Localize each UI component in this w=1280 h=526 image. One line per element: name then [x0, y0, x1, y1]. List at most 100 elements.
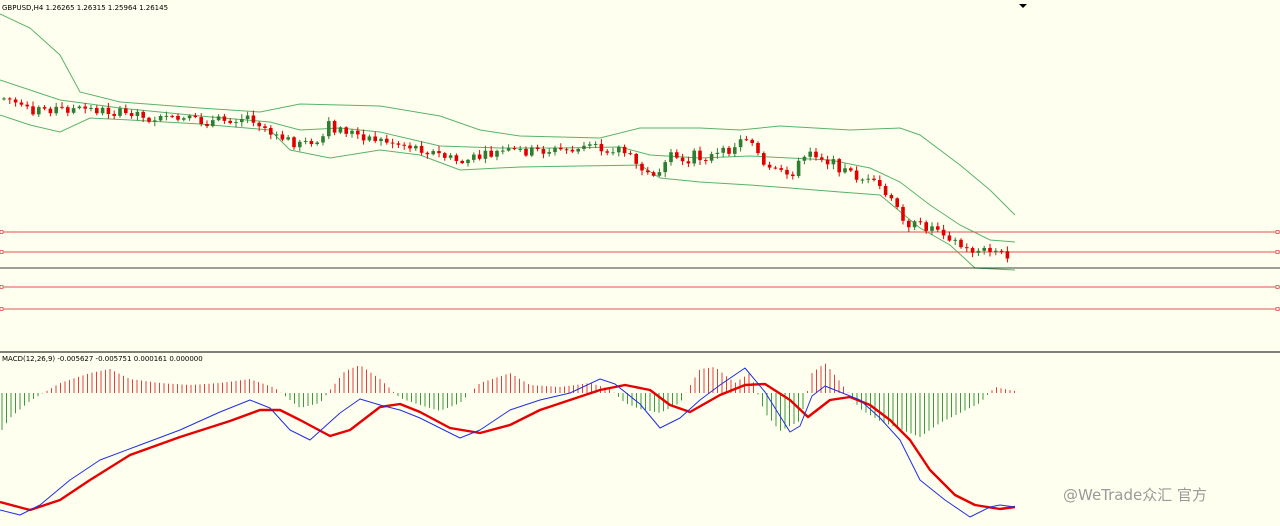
bearish-candle: [837, 159, 841, 173]
bearish-candle: [820, 157, 824, 160]
bearish-candle: [443, 153, 447, 158]
watermark-text: @WeTrade众汇 官方: [1063, 486, 1207, 504]
bullish-candle: [472, 154, 476, 160]
bullish-candle: [182, 118, 186, 120]
bearish-candle: [402, 144, 406, 146]
bearish-candle: [25, 104, 29, 107]
bearish-candle: [680, 157, 685, 162]
bullish-candle: [315, 142, 319, 145]
bullish-candle: [547, 152, 551, 154]
bearish-candle: [66, 107, 70, 113]
bearish-candle: [251, 115, 256, 123]
bullish-candle: [274, 134, 279, 136]
bullish-candle: [860, 179, 865, 181]
bullish-candle: [611, 152, 615, 154]
bullish-candle: [738, 139, 743, 148]
bearish-candle: [750, 139, 754, 144]
level-handle-left: [0, 230, 4, 234]
bearish-candle: [564, 149, 569, 151]
bearish-candle: [541, 149, 546, 154]
bearish-candle: [883, 186, 888, 196]
bearish-candle: [269, 127, 273, 135]
bearish-candle: [141, 111, 145, 118]
bearish-candle: [959, 239, 963, 248]
bearish-candle: [425, 152, 430, 155]
bullish-candle: [466, 159, 470, 164]
bullish-candle: [414, 146, 418, 149]
bullish-candle: [321, 136, 325, 143]
bullish-candle: [733, 147, 737, 154]
bearish-candle: [965, 247, 969, 249]
level-handle-right: [1275, 250, 1280, 254]
bullish-candle: [164, 115, 169, 117]
bullish-candle: [158, 116, 163, 121]
bearish-candle: [907, 220, 911, 228]
bearish-candle: [825, 159, 830, 165]
bullish-candle: [37, 107, 41, 115]
bullish-candle: [715, 152, 720, 155]
bullish-candle: [930, 226, 934, 231]
bearish-candle: [124, 108, 128, 114]
bearish-candle: [762, 153, 766, 165]
bearish-candle: [889, 195, 894, 199]
bearish-candle: [901, 206, 905, 221]
chart-canvas[interactable]: GBPUSD,H4 1.26265 1.26315 1.25964 1.2614…: [0, 0, 1280, 526]
bearish-candle: [941, 229, 946, 236]
bearish-candle: [83, 106, 87, 109]
bearish-candle: [13, 99, 18, 103]
bullish-candle: [692, 150, 696, 164]
bullish-candle: [553, 147, 557, 153]
bullish-candle: [831, 159, 836, 165]
bullish-candle: [495, 150, 499, 157]
bullish-candle: [367, 136, 372, 141]
chart-background: [0, 0, 1280, 526]
bullish-candle: [286, 137, 290, 140]
macd-info-label: MACD(12,26,9) -0.005627 -0.005751 0.0001…: [2, 355, 203, 363]
bearish-candle: [112, 114, 116, 116]
bearish-candle: [675, 152, 679, 158]
bearish-candle: [698, 150, 702, 161]
bearish-candle: [628, 153, 633, 155]
bearish-candle: [106, 107, 111, 115]
bearish-candle: [437, 151, 441, 154]
bullish-candle: [216, 116, 221, 121]
bearish-candle: [512, 148, 517, 150]
price-info-label: GBPUSD,H4 1.26265 1.26315 1.25964 1.2614…: [2, 4, 168, 12]
bearish-candle: [999, 250, 1004, 252]
bearish-candle: [385, 138, 389, 143]
bearish-candle: [918, 221, 923, 223]
bullish-candle: [431, 151, 435, 155]
bearish-candle: [970, 248, 975, 253]
bearish-candle: [524, 148, 528, 156]
bearish-candle: [222, 116, 227, 121]
bearish-candle: [477, 154, 482, 159]
bearish-candle: [263, 126, 267, 128]
bullish-candle: [234, 122, 238, 124]
bullish-candle: [245, 115, 250, 120]
bearish-candle: [686, 161, 691, 164]
bearish-candle: [622, 146, 627, 154]
bearish-candle: [176, 115, 180, 120]
bearish-candle: [489, 150, 493, 157]
bullish-candle: [588, 144, 592, 146]
bearish-candle: [460, 160, 464, 164]
bearish-candle: [744, 139, 749, 141]
bullish-candle: [953, 239, 957, 241]
bearish-candle: [228, 120, 232, 124]
bullish-candle: [71, 108, 76, 113]
bullish-candle: [866, 178, 870, 180]
level-handle-left: [0, 250, 4, 254]
bearish-candle: [651, 172, 656, 176]
bearish-candle: [704, 160, 708, 162]
bearish-candle: [257, 122, 261, 127]
bearish-candle: [193, 115, 198, 118]
bullish-candle: [530, 147, 534, 156]
bearish-candle: [292, 137, 296, 148]
bullish-candle: [669, 152, 673, 163]
bullish-candle: [298, 141, 302, 148]
bullish-candle: [593, 143, 598, 145]
bearish-candle: [19, 102, 24, 105]
bearish-candle: [60, 106, 64, 108]
bearish-candle: [332, 121, 337, 133]
bearish-candle: [924, 222, 928, 231]
